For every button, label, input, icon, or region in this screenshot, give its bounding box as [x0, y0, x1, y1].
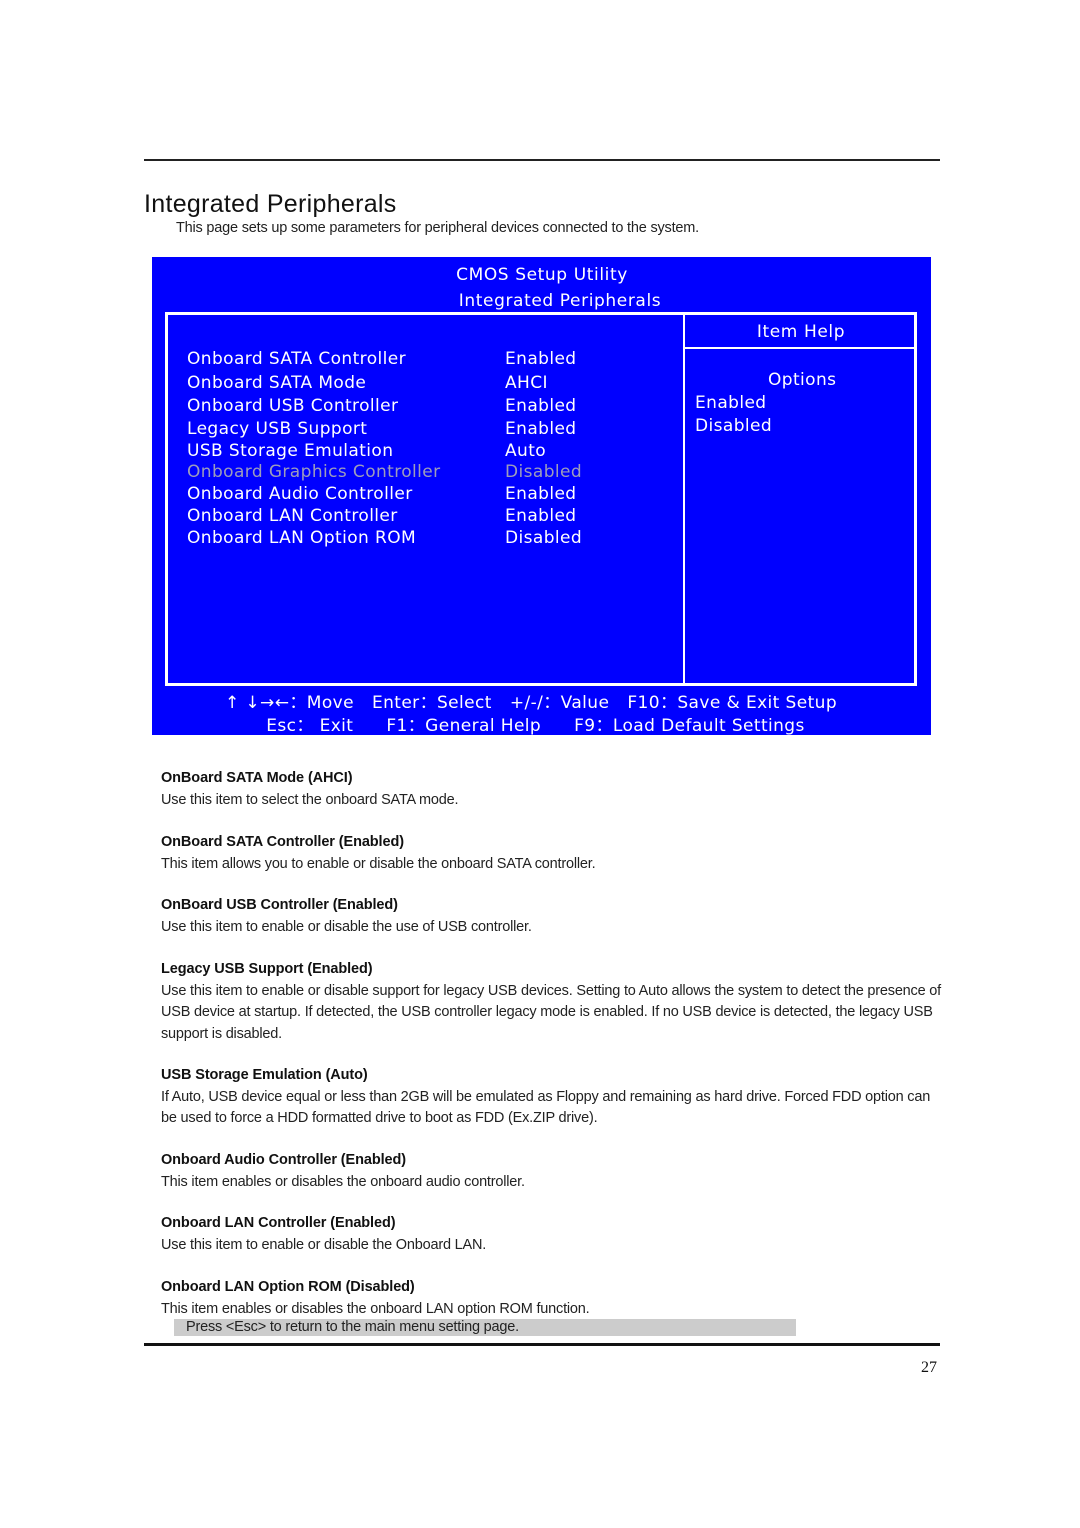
key-general-help: F1：General Help [386, 716, 542, 736]
setting-label: Legacy USB Support [187, 419, 368, 439]
section-body: This item enables or disables the onboar… [161, 1174, 525, 1190]
section-usb-controller: OnBoard USB Controller (Enabled) Use thi… [161, 897, 941, 938]
setting-label: Onboard LAN Option ROM [187, 528, 417, 548]
key-select: Enter：Select [371, 693, 492, 713]
section-heading: Onboard LAN Controller (Enabled) [161, 1215, 396, 1231]
section-heading: OnBoard SATA Controller (Enabled) [161, 834, 404, 850]
section-lan-option-rom: Onboard LAN Option ROM (Disabled) This i… [161, 1279, 941, 1320]
section-sata-mode: OnBoard SATA Mode (AHCI) Use this item t… [161, 770, 941, 811]
section-audio-controller: Onboard Audio Controller (Enabled) This … [161, 1152, 941, 1193]
setting-label: Onboard Graphics Controller [187, 462, 441, 482]
section-body: Use this item to enable or disable the u… [161, 919, 532, 935]
option-disabled[interactable]: Disabled [695, 416, 772, 436]
section-heading: Onboard Audio Controller (Enabled) [161, 1152, 406, 1168]
section-heading: OnBoard USB Controller (Enabled) [161, 897, 398, 913]
section-body: Use this item to enable or disable suppo… [161, 983, 941, 1042]
section-heading: Onboard LAN Option ROM (Disabled) [161, 1279, 415, 1295]
setting-value[interactable]: Auto [505, 441, 546, 461]
setting-value[interactable]: Enabled [505, 419, 577, 439]
setting-value[interactable]: Enabled [505, 506, 577, 526]
section-heading: OnBoard SATA Mode (AHCI) [161, 770, 353, 786]
section-body: Use this item to enable or disable the O… [161, 1237, 487, 1253]
help-divider [683, 315, 685, 683]
section-body: If Auto, USB device equal or less than 2… [161, 1089, 931, 1127]
key-save-exit: F10：Save & Exit Setup [627, 693, 838, 713]
bios-settings-frame: Item Help Onboard SATA Controller Enable… [165, 312, 917, 686]
setting-label: Onboard Audio Controller [187, 484, 413, 504]
setting-label: Onboard SATA Mode [187, 373, 367, 393]
section-heading: Legacy USB Support (Enabled) [161, 961, 373, 977]
section-body: This item enables or disables the onboar… [161, 1301, 590, 1317]
section-body: This item allows you to enable or disabl… [161, 856, 596, 872]
setting-label: Onboard SATA Controller [187, 349, 406, 369]
section-sata-controller: OnBoard SATA Controller (Enabled) This i… [161, 834, 941, 875]
setting-label: Onboard USB Controller [187, 396, 399, 416]
top-rule [144, 159, 940, 161]
bios-utility-title: CMOS Setup Utility [456, 265, 628, 285]
page-intro: This page sets up some parameters for pe… [176, 220, 699, 236]
page-number: 27 [921, 1359, 937, 1376]
bios-screen-title: Integrated Peripherals [458, 291, 662, 311]
section-lan-controller: Onboard LAN Controller (Enabled) Use thi… [161, 1215, 941, 1256]
setting-label: USB Storage Emulation [187, 441, 394, 461]
setting-value[interactable]: Enabled [505, 484, 577, 504]
key-legend-row-2: Esc： Exit F1：General Help F9：Load Default … [152, 711, 919, 736]
setting-value[interactable]: Disabled [505, 528, 582, 548]
options-title: Options [768, 370, 837, 390]
key-exit: Esc： Exit [266, 716, 354, 736]
bios-screenshot: CMOS Setup Utility Integrated Peripheral… [152, 257, 931, 736]
item-help-title: Item Help [685, 315, 917, 349]
section-body: Use this item to select the onboard SATA… [161, 792, 459, 808]
section-legacy-usb: Legacy USB Support (Enabled) Use this it… [161, 961, 941, 1045]
setting-value[interactable]: AHCI [505, 373, 548, 393]
setting-label: Onboard LAN Controller [187, 506, 398, 526]
key-move: ↑ ↓→←：Move [224, 693, 354, 713]
setting-value[interactable]: Enabled [505, 349, 577, 369]
setting-value: Disabled [505, 462, 583, 482]
setting-value[interactable]: Enabled [505, 396, 577, 416]
esc-return-note: Press <Esc> to return to the main menu s… [174, 1319, 796, 1336]
key-load-defaults: F9：Load Default Settings [574, 716, 805, 736]
page-title: Integrated Peripherals [144, 190, 397, 218]
key-value: +/-/：Value [509, 693, 610, 713]
option-enabled[interactable]: Enabled [695, 393, 767, 413]
bottom-rule [144, 1343, 940, 1346]
section-heading: USB Storage Emulation (Auto) [161, 1067, 368, 1083]
section-usb-storage-emulation: USB Storage Emulation (Auto) If Auto, US… [161, 1067, 941, 1130]
key-legend-row-1: ↑ ↓→←：Move Enter：Select +/-/：Value F10：Save… [152, 688, 910, 713]
